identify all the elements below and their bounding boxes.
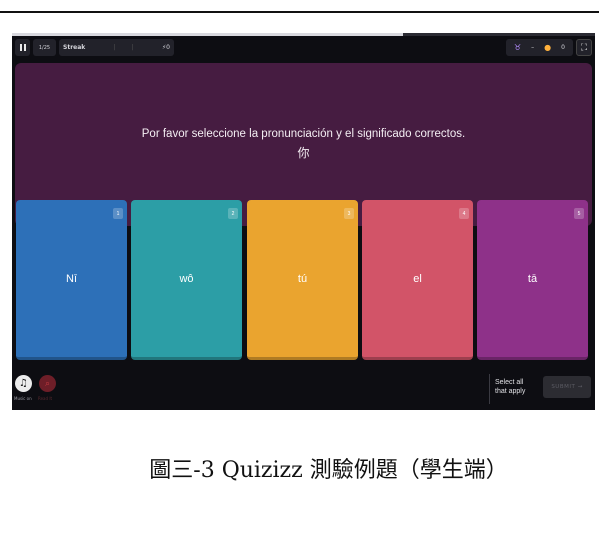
bottom-bar: ♫ Music on ⌕ Read It Select all that app…	[12, 364, 595, 410]
answer-option-3[interactable]: 3 tú	[247, 200, 358, 360]
fullscreen-button[interactable]: ⛶	[576, 39, 592, 56]
option-label: wô	[179, 272, 194, 285]
progress-fill	[12, 33, 403, 36]
option-number: 4	[459, 208, 469, 219]
read-aloud-label: Read It	[38, 396, 53, 401]
pause-button[interactable]	[15, 39, 30, 56]
figure-caption: 圖三-3 Quizizz 測驗例題（學生端）	[149, 458, 508, 483]
powerup-icon[interactable]: ♉	[514, 43, 521, 52]
music-toggle-button[interactable]: ♫	[15, 375, 32, 392]
option-label: el	[413, 272, 422, 285]
quizizz-screen: 1/25 Streak | | ⚡0 ♉ – ● 0 ⛶ Por favor s…	[12, 33, 595, 410]
answer-options: 1 Nī 2 wô 3 tú 4 el 5 tā	[16, 200, 593, 360]
music-label: Music on	[14, 396, 32, 401]
option-number: 2	[228, 208, 238, 219]
select-all-text: Select all that apply	[495, 379, 526, 395]
coin-count: 0	[561, 44, 565, 51]
select-all-hint: Select all that apply	[495, 378, 537, 396]
streak-tick: |	[113, 44, 116, 51]
divider	[489, 374, 490, 404]
submit-button[interactable]: SUBMIT →	[543, 376, 591, 398]
answer-option-1[interactable]: 1 Nī	[16, 200, 127, 360]
answer-option-5[interactable]: 5 tā	[477, 200, 588, 360]
streak-bar: Streak | | ⚡0	[59, 39, 174, 56]
answer-option-4[interactable]: 4 el	[362, 200, 473, 360]
question-text: Por favor seleccione la pronunciación y …	[141, 128, 466, 140]
music-note-icon: ♫	[19, 378, 28, 389]
streak-tick: |	[131, 44, 134, 51]
coin-icon: ●	[544, 43, 552, 52]
answer-option-2[interactable]: 2 wô	[131, 200, 242, 360]
fullscreen-icon: ⛶	[580, 42, 588, 53]
question-counter: 1/25	[33, 39, 56, 56]
option-label: tú	[297, 272, 308, 285]
option-label: Nī	[66, 272, 77, 285]
streak-label: Streak	[63, 44, 86, 51]
option-label: tā	[527, 272, 538, 285]
top-rule	[0, 11, 599, 13]
question-character: 你	[297, 146, 310, 160]
powerup-value: –	[531, 44, 535, 51]
powerups-bar: ♉ – ● 0	[506, 39, 573, 56]
search-icon: ⌕	[44, 378, 51, 389]
pause-icon	[19, 44, 26, 51]
option-number: 3	[344, 208, 354, 219]
streak-points: ⚡0	[161, 44, 170, 51]
progress-track	[12, 33, 595, 36]
option-number: 5	[574, 208, 584, 219]
streak-ticks: | |	[114, 44, 134, 51]
option-number: 1	[113, 208, 123, 219]
read-aloud-button[interactable]: ⌕	[39, 375, 56, 392]
